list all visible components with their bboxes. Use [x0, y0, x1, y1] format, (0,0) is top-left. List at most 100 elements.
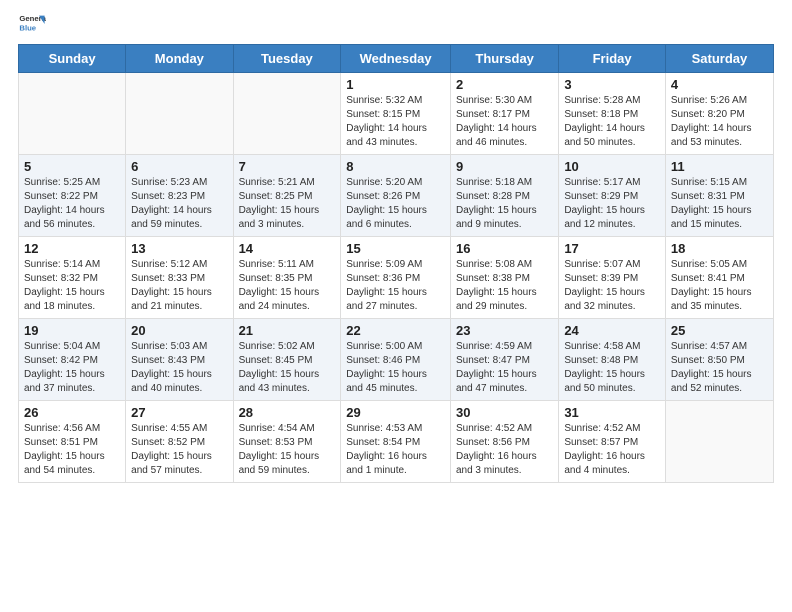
calendar-cell: 3 Sunrise: 5:28 AM Sunset: 8:18 PM Daylig… — [559, 73, 666, 155]
svg-text:Blue: Blue — [19, 23, 36, 32]
day-number: 16 — [456, 241, 553, 256]
day-info: Sunrise: 5:21 AM Sunset: 8:25 PM Dayligh… — [239, 176, 336, 232]
day-number: 17 — [564, 241, 660, 256]
weekday-thursday: Thursday — [450, 45, 558, 73]
day-number: 25 — [671, 323, 768, 338]
calendar-cell: 19Sunrise: 5:04 AM Sunset: 8:42 PM Dayli… — [19, 319, 126, 401]
day-info: Sunrise: 5:11 AM Sunset: 8:35 PM Dayligh… — [239, 258, 336, 314]
day-number: 27 — [131, 405, 227, 420]
day-info: Sunrise: 4:53 AM Sunset: 8:54 PM Dayligh… — [346, 422, 445, 478]
day-number: 12 — [24, 241, 120, 256]
weekday-header-row: SundayMondayTuesdayWednesdayThursdayFrid… — [19, 45, 774, 73]
day-info: Sunrise: 4:59 AM Sunset: 8:47 PM Dayligh… — [456, 340, 553, 396]
calendar-week-5: 26 Sunrise: 4:56 AM Sunset: 8:51 PM Dayli… — [19, 401, 774, 483]
day-number: 4 — [671, 77, 768, 92]
day-info: Sunrise: 5:23 AM Sunset: 8:23 PM Dayligh… — [131, 176, 227, 232]
day-info: Sunrise: 4:54 AM Sunset: 8:53 PM Dayligh… — [239, 422, 336, 478]
day-info: Sunrise: 5:14 AM Sunset: 8:32 PM Dayligh… — [24, 258, 120, 314]
day-info: Sunrise: 5:25 AM Sunset: 8:22 PM Dayligh… — [24, 176, 120, 232]
day-number: 9 — [456, 159, 553, 174]
calendar-cell — [19, 73, 126, 155]
day-info: Sunrise: 4:58 AM Sunset: 8:48 PM Dayligh… — [564, 340, 660, 396]
day-info: Sunrise: 5:05 AM Sunset: 8:41 PM Dayligh… — [671, 258, 768, 314]
day-number: 26 — [24, 405, 120, 420]
day-info: Sunrise: 5:04 AM Sunset: 8:42 PM Dayligh… — [24, 340, 120, 396]
day-number: 13 — [131, 241, 227, 256]
calendar-cell: 8Sunrise: 5:20 AM Sunset: 8:26 PM Daylig… — [341, 155, 451, 237]
calendar-cell — [233, 73, 341, 155]
day-number: 8 — [346, 159, 445, 174]
calendar-cell: 28 Sunrise: 4:54 AM Sunset: 8:53 PM Dayli… — [233, 401, 341, 483]
calendar-cell: 18Sunrise: 5:05 AM Sunset: 8:41 PM Dayli… — [665, 237, 773, 319]
weekday-monday: Monday — [126, 45, 233, 73]
day-number: 21 — [239, 323, 336, 338]
calendar-week-1: 1Sunrise: 5:32 AM Sunset: 8:15 PM Daylig… — [19, 73, 774, 155]
day-info: Sunrise: 5:17 AM Sunset: 8:29 PM Dayligh… — [564, 176, 660, 232]
calendar-week-3: 12 Sunrise: 5:14 AM Sunset: 8:32 PM Dayli… — [19, 237, 774, 319]
calendar-header: SundayMondayTuesdayWednesdayThursdayFrid… — [19, 45, 774, 73]
calendar-cell: 11 Sunrise: 5:15 AM Sunset: 8:31 PM Dayli… — [665, 155, 773, 237]
day-number: 29 — [346, 405, 445, 420]
day-number: 24 — [564, 323, 660, 338]
day-info: Sunrise: 5:30 AM Sunset: 8:17 PM Dayligh… — [456, 94, 553, 150]
calendar-cell: 20 Sunrise: 5:03 AM Sunset: 8:43 PM Dayli… — [126, 319, 233, 401]
calendar-cell: 2 Sunrise: 5:30 AM Sunset: 8:17 PM Daylig… — [450, 73, 558, 155]
calendar-cell: 12 Sunrise: 5:14 AM Sunset: 8:32 PM Dayli… — [19, 237, 126, 319]
day-info: Sunrise: 4:55 AM Sunset: 8:52 PM Dayligh… — [131, 422, 227, 478]
day-number: 20 — [131, 323, 227, 338]
day-number: 6 — [131, 159, 227, 174]
calendar-cell: 1Sunrise: 5:32 AM Sunset: 8:15 PM Daylig… — [341, 73, 451, 155]
calendar-cell: 23Sunrise: 4:59 AM Sunset: 8:47 PM Dayli… — [450, 319, 558, 401]
calendar-cell: 9 Sunrise: 5:18 AM Sunset: 8:28 PM Daylig… — [450, 155, 558, 237]
header: General Blue — [18, 10, 774, 38]
day-info: Sunrise: 5:18 AM Sunset: 8:28 PM Dayligh… — [456, 176, 553, 232]
calendar-cell: 16 Sunrise: 5:08 AM Sunset: 8:38 PM Dayli… — [450, 237, 558, 319]
day-info: Sunrise: 5:32 AM Sunset: 8:15 PM Dayligh… — [346, 94, 445, 150]
calendar-cell: 30 Sunrise: 4:52 AM Sunset: 8:56 PM Dayli… — [450, 401, 558, 483]
day-info: Sunrise: 5:15 AM Sunset: 8:31 PM Dayligh… — [671, 176, 768, 232]
calendar-cell: 17 Sunrise: 5:07 AM Sunset: 8:39 PM Dayli… — [559, 237, 666, 319]
logo: General Blue — [18, 10, 50, 38]
weekday-tuesday: Tuesday — [233, 45, 341, 73]
day-number: 11 — [671, 159, 768, 174]
calendar-cell: 29 Sunrise: 4:53 AM Sunset: 8:54 PM Dayli… — [341, 401, 451, 483]
calendar-body: 1Sunrise: 5:32 AM Sunset: 8:15 PM Daylig… — [19, 73, 774, 483]
day-number: 30 — [456, 405, 553, 420]
calendar-cell: 14Sunrise: 5:11 AM Sunset: 8:35 PM Dayli… — [233, 237, 341, 319]
day-info: Sunrise: 4:56 AM Sunset: 8:51 PM Dayligh… — [24, 422, 120, 478]
calendar-cell: 25 Sunrise: 4:57 AM Sunset: 8:50 PM Dayli… — [665, 319, 773, 401]
calendar-table: SundayMondayTuesdayWednesdayThursdayFrid… — [18, 44, 774, 483]
calendar-cell: 21 Sunrise: 5:02 AM Sunset: 8:45 PM Dayli… — [233, 319, 341, 401]
day-info: Sunrise: 4:57 AM Sunset: 8:50 PM Dayligh… — [671, 340, 768, 396]
page: General Blue SundayMondayTuesdayWednesda… — [0, 0, 792, 612]
calendar-cell: 10 Sunrise: 5:17 AM Sunset: 8:29 PM Dayli… — [559, 155, 666, 237]
day-info: Sunrise: 5:08 AM Sunset: 8:38 PM Dayligh… — [456, 258, 553, 314]
day-info: Sunrise: 4:52 AM Sunset: 8:56 PM Dayligh… — [456, 422, 553, 478]
day-number: 3 — [564, 77, 660, 92]
day-number: 2 — [456, 77, 553, 92]
day-number: 15 — [346, 241, 445, 256]
calendar-cell: 24 Sunrise: 4:58 AM Sunset: 8:48 PM Dayli… — [559, 319, 666, 401]
calendar-cell — [665, 401, 773, 483]
calendar-week-4: 19Sunrise: 5:04 AM Sunset: 8:42 PM Dayli… — [19, 319, 774, 401]
calendar-cell: 15Sunrise: 5:09 AM Sunset: 8:36 PM Dayli… — [341, 237, 451, 319]
day-info: Sunrise: 5:12 AM Sunset: 8:33 PM Dayligh… — [131, 258, 227, 314]
calendar-cell — [126, 73, 233, 155]
calendar-cell: 27 Sunrise: 4:55 AM Sunset: 8:52 PM Dayli… — [126, 401, 233, 483]
weekday-sunday: Sunday — [19, 45, 126, 73]
calendar-cell: 5Sunrise: 5:25 AM Sunset: 8:22 PM Daylig… — [19, 155, 126, 237]
day-number: 28 — [239, 405, 336, 420]
day-number: 10 — [564, 159, 660, 174]
weekday-wednesday: Wednesday — [341, 45, 451, 73]
calendar-cell: 7Sunrise: 5:21 AM Sunset: 8:25 PM Daylig… — [233, 155, 341, 237]
calendar-cell: 4 Sunrise: 5:26 AM Sunset: 8:20 PM Daylig… — [665, 73, 773, 155]
day-info: Sunrise: 5:03 AM Sunset: 8:43 PM Dayligh… — [131, 340, 227, 396]
calendar-cell: 13 Sunrise: 5:12 AM Sunset: 8:33 PM Dayli… — [126, 237, 233, 319]
day-info: Sunrise: 5:28 AM Sunset: 8:18 PM Dayligh… — [564, 94, 660, 150]
day-number: 22 — [346, 323, 445, 338]
day-number: 31 — [564, 405, 660, 420]
day-info: Sunrise: 5:02 AM Sunset: 8:45 PM Dayligh… — [239, 340, 336, 396]
day-info: Sunrise: 4:52 AM Sunset: 8:57 PM Dayligh… — [564, 422, 660, 478]
day-info: Sunrise: 5:07 AM Sunset: 8:39 PM Dayligh… — [564, 258, 660, 314]
day-info: Sunrise: 5:26 AM Sunset: 8:20 PM Dayligh… — [671, 94, 768, 150]
